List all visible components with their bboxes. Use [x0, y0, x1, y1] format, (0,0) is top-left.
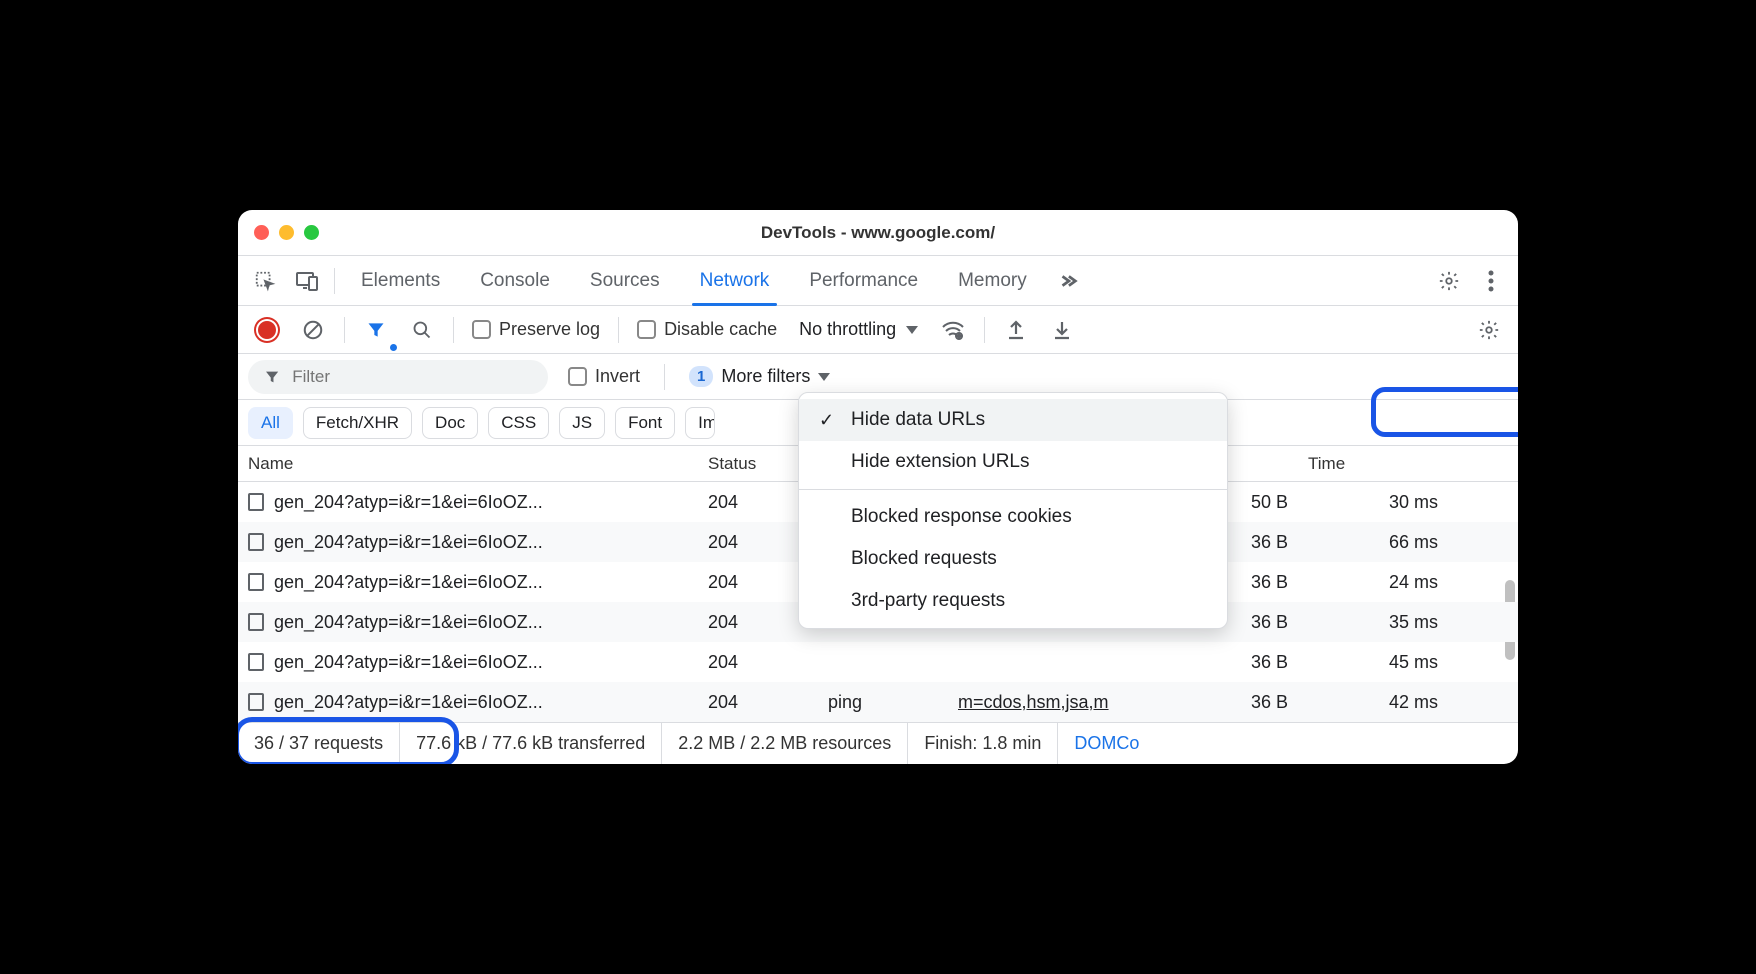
filter-input[interactable]: [290, 366, 532, 388]
initiator-link[interactable]: m=cdos,hsm,jsa,m: [958, 692, 1109, 712]
download-har-icon[interactable]: [1043, 311, 1081, 349]
pill-doc[interactable]: Doc: [422, 407, 478, 439]
pill-img[interactable]: Img: [685, 407, 715, 439]
pill-font[interactable]: Font: [615, 407, 675, 439]
traffic-lights: [254, 225, 319, 240]
tab-memory[interactable]: Memory: [940, 256, 1045, 305]
titlebar: DevTools - www.google.com/: [238, 210, 1518, 256]
tab-sources[interactable]: Sources: [572, 256, 678, 305]
caret-down-icon: [906, 326, 918, 334]
upload-har-icon[interactable]: [997, 311, 1035, 349]
tab-elements[interactable]: Elements: [343, 256, 458, 305]
network-toolbar: Preserve log Disable cache No throttling: [238, 306, 1518, 354]
tab-console[interactable]: Console: [462, 256, 568, 305]
filter-count-badge: 1: [689, 366, 713, 387]
invert-checkbox[interactable]: Invert: [562, 366, 646, 387]
document-icon: [248, 693, 264, 711]
status-domcontent: DOMCo: [1058, 723, 1155, 764]
minimize-window[interactable]: [279, 225, 294, 240]
caret-down-icon: [818, 373, 830, 381]
disable-cache-checkbox[interactable]: Disable cache: [631, 319, 783, 340]
document-icon: [248, 533, 264, 551]
more-tabs-icon[interactable]: [1049, 262, 1087, 300]
document-icon: [248, 573, 264, 591]
tab-performance[interactable]: Performance: [791, 256, 936, 305]
record-button[interactable]: [248, 311, 286, 349]
filter-input-wrap[interactable]: [248, 360, 548, 394]
status-bar: 36 / 37 requests 77.6 kB / 77.6 kB trans…: [238, 722, 1518, 764]
menu-3rd-party-requests[interactable]: 3rd-party requests: [799, 580, 1227, 622]
tab-network[interactable]: Network: [682, 256, 788, 305]
network-conditions-icon[interactable]: [934, 311, 972, 349]
preserve-log-checkbox[interactable]: Preserve log: [466, 319, 606, 340]
window-title: DevTools - www.google.com/: [252, 223, 1504, 243]
col-name[interactable]: Name: [238, 454, 698, 474]
maximize-window[interactable]: [304, 225, 319, 240]
menu-hide-data-urls[interactable]: ✓ Hide data URLs: [799, 399, 1227, 441]
network-settings-icon[interactable]: [1470, 311, 1508, 349]
col-time[interactable]: Time: [1298, 454, 1448, 474]
settings-icon[interactable]: [1430, 262, 1468, 300]
devtools-window: DevTools - www.google.com/ Elements Cons…: [238, 210, 1518, 764]
device-toggle-icon[interactable]: [288, 262, 326, 300]
panel-tabs: Elements Console Sources Network Perform…: [238, 256, 1518, 306]
clear-button[interactable]: [294, 311, 332, 349]
table-row[interactable]: gen_204?atyp=i&r=1&ei=6IoOZ...204pingm=c…: [238, 682, 1518, 722]
annotation-highlight: [238, 717, 459, 764]
menu-blocked-cookies[interactable]: Blocked response cookies: [799, 496, 1227, 538]
search-icon[interactable]: [403, 311, 441, 349]
throttling-select[interactable]: No throttling: [791, 319, 926, 340]
table-row[interactable]: gen_204?atyp=i&r=1&ei=6IoOZ...20436 B45 …: [238, 642, 1518, 682]
pill-fetch-xhr[interactable]: Fetch/XHR: [303, 407, 412, 439]
document-icon: [248, 493, 264, 511]
close-window[interactable]: [254, 225, 269, 240]
inspect-icon[interactable]: [246, 262, 284, 300]
funnel-icon: [264, 368, 280, 386]
type-filter-bar: All Fetch/XHR Doc CSS JS Font Img Other …: [238, 400, 1518, 446]
pill-all[interactable]: All: [248, 407, 293, 439]
pill-css[interactable]: CSS: [488, 407, 549, 439]
kebab-menu-icon[interactable]: [1472, 262, 1510, 300]
menu-hide-extension-urls[interactable]: Hide extension URLs: [799, 441, 1227, 483]
status-resources: 2.2 MB / 2.2 MB resources: [662, 723, 908, 764]
pill-js[interactable]: JS: [559, 407, 605, 439]
more-filters-menu: ✓ Hide data URLs Hide extension URLs Blo…: [798, 392, 1228, 629]
document-icon: [248, 613, 264, 631]
menu-blocked-requests[interactable]: Blocked requests: [799, 538, 1227, 580]
document-icon: [248, 653, 264, 671]
filter-toggle-icon[interactable]: [357, 311, 395, 349]
check-icon: ✓: [819, 410, 837, 431]
more-filters-dropdown[interactable]: 1 More filters: [683, 366, 836, 387]
status-finish: Finish: 1.8 min: [908, 723, 1058, 764]
